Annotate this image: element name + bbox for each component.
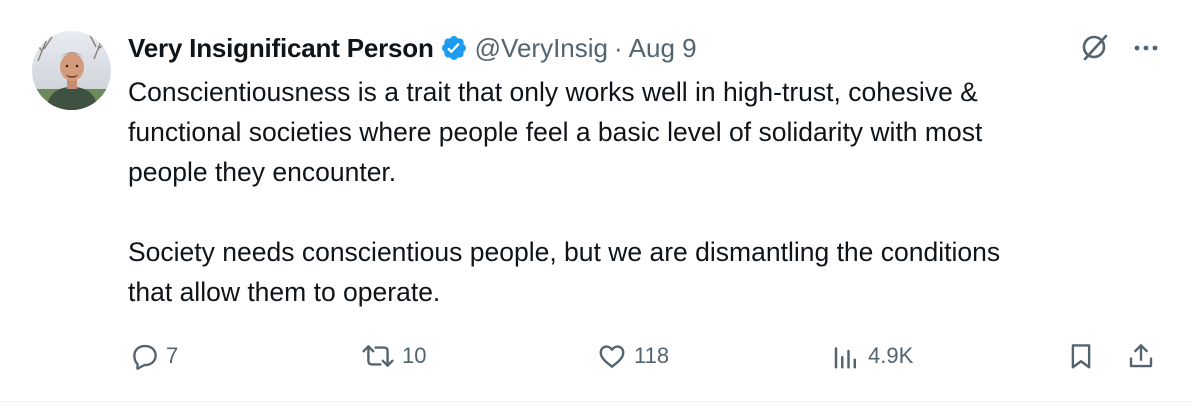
reply-count: 7 — [166, 343, 179, 368]
avatar[interactable] — [32, 31, 111, 110]
tweet-text-line: Conscientiousness is a trait that only w… — [128, 77, 978, 107]
share-icon — [1126, 341, 1156, 371]
divider — [0, 401, 1192, 402]
tweet-text-line: people they encounter. — [128, 157, 397, 187]
tweet-header: Very Insignificant Person @VeryInsig · A… — [128, 30, 697, 66]
tweet-text-line: that allow them to operate. — [128, 277, 441, 307]
tweet-date[interactable]: Aug 9 — [629, 33, 697, 64]
avatar-image — [32, 31, 111, 110]
tweet-text-line: Society needs conscientious people, but … — [128, 237, 1001, 267]
heart-icon — [596, 341, 628, 371]
retweet-icon — [360, 341, 396, 371]
retweet-button[interactable]: 10 — [360, 336, 426, 376]
bookmark-icon — [1066, 341, 1096, 371]
analytics-bars-icon — [830, 341, 862, 371]
like-button[interactable]: 118 — [596, 336, 669, 376]
tweet-text-line: functional societies where people feel a… — [128, 117, 983, 147]
reply-button[interactable]: 7 — [130, 336, 178, 376]
separator-dot: · — [614, 32, 623, 63]
tweet-card[interactable]: Very Insignificant Person @VeryInsig · A… — [0, 0, 1192, 410]
handle[interactable]: @VeryInsig — [475, 33, 608, 64]
share-button[interactable] — [1126, 336, 1156, 376]
grok-slash-icon[interactable] — [1080, 32, 1110, 67]
like-count: 118 — [634, 343, 670, 368]
reply-bubble-icon — [130, 341, 160, 371]
display-name[interactable]: Very Insignificant Person — [128, 33, 434, 64]
views-count: 4.9K — [868, 343, 914, 368]
views-button[interactable]: 4.9K — [830, 336, 913, 376]
retweet-count: 10 — [402, 343, 427, 368]
action-bar: 7 10 118 4.9K — [0, 336, 1192, 376]
bookmark-button[interactable] — [1066, 336, 1096, 376]
tweet-text: Conscientiousness is a trait that only w… — [128, 72, 1168, 312]
top-right-icons — [1080, 32, 1160, 67]
verified-badge-icon[interactable] — [440, 34, 468, 62]
more-horizontal-icon[interactable] — [1132, 33, 1160, 66]
